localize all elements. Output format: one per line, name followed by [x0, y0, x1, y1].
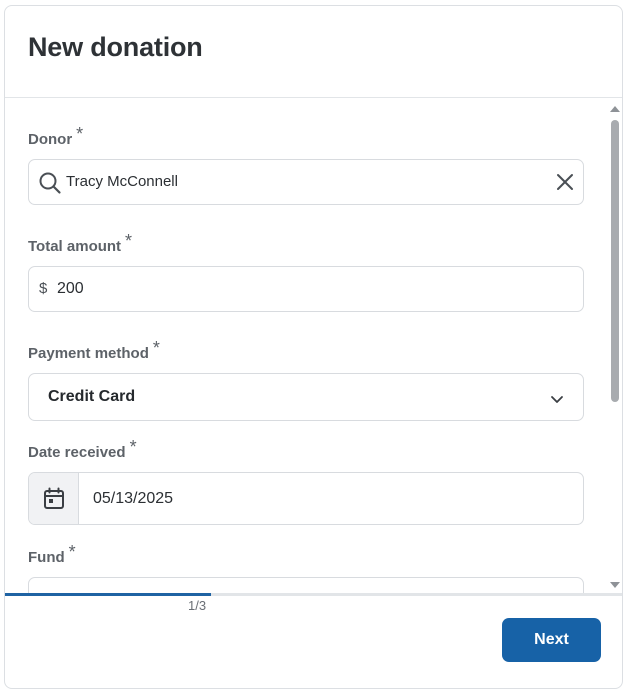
total-amount-label-text: Total amount — [28, 238, 122, 255]
required-marker: * — [76, 124, 84, 144]
next-button[interactable]: Next — [502, 618, 601, 662]
donor-label-text: Donor — [28, 131, 73, 148]
date-received-value[interactable]: 05/13/2025 — [93, 490, 173, 508]
scroll-thumb[interactable] — [611, 120, 619, 402]
scroll-down-arrow[interactable] — [610, 582, 620, 588]
step-indicator: 1/3 — [188, 598, 207, 613]
total-amount-value[interactable]: 200 — [57, 280, 84, 298]
required-marker: * — [68, 542, 76, 562]
calendar-icon — [43, 487, 65, 511]
total-amount-label: Total amount * — [28, 231, 132, 256]
date-received-label-text: Date received — [28, 444, 126, 461]
date-received-field[interactable]: 05/13/2025 — [28, 472, 584, 525]
search-icon — [38, 171, 62, 195]
date-picker-button[interactable] — [29, 473, 79, 524]
fund-select[interactable] — [28, 577, 584, 594]
required-marker: * — [129, 437, 137, 457]
payment-method-value: Credit Card — [48, 388, 136, 405]
donor-label: Donor * — [28, 124, 83, 149]
dialog-title: New donation — [28, 32, 203, 62]
scroll-up-arrow[interactable] — [610, 106, 620, 112]
donor-value[interactable]: Tracy McConnell — [66, 173, 178, 190]
new-donation-dialog: New donation Donor * Tracy McConnell Tot… — [4, 5, 623, 689]
donor-field[interactable]: Tracy McConnell — [28, 159, 584, 205]
currency-symbol: $ — [39, 280, 48, 297]
payment-method-label-text: Payment method — [28, 345, 149, 362]
fund-label-text: Fund — [28, 549, 65, 566]
dialog-body[interactable]: Donor* Tracy McConnell Total amount* $ — [5, 98, 622, 594]
payment-method-select[interactable]: Credit Card — [28, 373, 584, 421]
chevron-down-icon — [550, 392, 564, 403]
progress-fill — [5, 593, 212, 596]
progress-track — [5, 593, 622, 596]
fund-label: Fund * — [28, 542, 76, 567]
required-marker: * — [152, 338, 160, 358]
clear-icon[interactable] — [556, 173, 574, 191]
date-received-label: Date received * — [28, 437, 137, 462]
body-scrollbar[interactable] — [609, 104, 622, 594]
total-amount-field[interactable]: $ 200 — [28, 266, 584, 312]
required-marker: * — [125, 231, 133, 251]
dialog-header: New donation — [5, 6, 622, 98]
payment-method-label: Payment method * — [28, 338, 160, 363]
